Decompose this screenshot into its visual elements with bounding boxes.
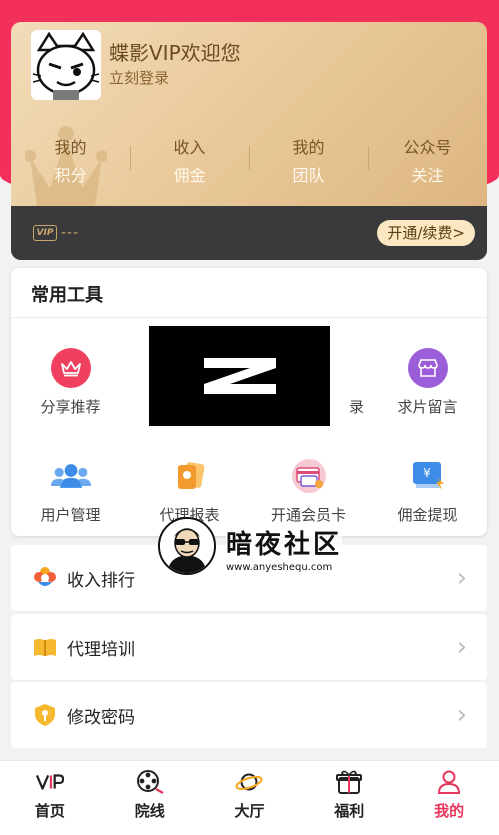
chevron-right-icon: ›: [456, 700, 467, 730]
nav-mine[interactable]: 我的: [399, 761, 499, 835]
nav-welfare[interactable]: 福利: [299, 761, 399, 835]
user-icon: [435, 769, 463, 795]
divider: [11, 317, 487, 318]
stat-official-account[interactable]: 公众号 关注: [368, 134, 487, 186]
tool-label: 佣金提现: [397, 506, 458, 524]
film-reel-icon: [136, 769, 164, 795]
vip-status-bar: VIP --- 开通/续费>: [11, 206, 487, 260]
tool-withdraw-commission[interactable]: ¥ 佣金提现: [368, 456, 487, 525]
chevron-right-icon: ›: [456, 632, 467, 662]
bottom-nav: 首页 院线 大厅 福利 我的: [0, 760, 499, 835]
stat-label: 公众号: [403, 138, 452, 157]
nav-label: 福利: [334, 802, 365, 820]
tool-label: 求片留言: [397, 398, 458, 416]
nav-cinema[interactable]: 院线: [100, 761, 200, 835]
watermark-title: 暗夜社区: [226, 524, 343, 561]
stat-points[interactable]: 我的 积分: [11, 134, 130, 186]
vip-icon: [35, 769, 64, 795]
stat-sublabel: 关注: [411, 166, 444, 185]
nav-home[interactable]: 首页: [0, 761, 100, 835]
store-icon: [407, 348, 448, 388]
tool-label: 用户管理: [40, 506, 101, 524]
login-link[interactable]: 立刻登录: [109, 67, 169, 88]
stat-sublabel: 团队: [292, 166, 325, 185]
renew-button[interactable]: 开通/续费>: [377, 220, 475, 246]
stat-sublabel: 积分: [54, 166, 87, 185]
tool-label: 分享推荐: [40, 398, 101, 416]
list-label: 代理培训: [67, 639, 135, 660]
welcome-text: 蝶影VIP欢迎您: [109, 41, 241, 65]
stat-label: 我的: [54, 138, 87, 157]
vip-status-text: ---: [61, 225, 80, 241]
tools-title: 常用工具: [31, 285, 103, 306]
stat-team[interactable]: 我的 团队: [249, 134, 368, 186]
users-icon: [50, 456, 91, 496]
list-label: 修改密码: [67, 707, 135, 728]
tool-share-recommend[interactable]: 分享推荐: [11, 348, 130, 417]
tool-request-movie[interactable]: 求片留言: [368, 348, 487, 417]
stats-row: 我的 积分 收入 佣金 我的 团队 公众号 关注: [11, 134, 487, 194]
chevron-right-icon: ›: [456, 563, 467, 593]
stat-sublabel: 佣金: [173, 166, 206, 185]
overlay-black-box: [149, 326, 330, 426]
withdraw-icon: ¥: [408, 456, 448, 496]
nav-label: 大厅: [234, 802, 265, 820]
book-icon: [34, 639, 56, 656]
card-icon: [289, 456, 329, 496]
stat-commission[interactable]: 收入 佣金: [130, 134, 249, 186]
overlay-z-glyph-icon: [203, 358, 276, 394]
nav-label: 院线: [134, 802, 165, 820]
avatar[interactable]: [31, 30, 101, 100]
nav-label: 首页: [34, 802, 65, 820]
planet-icon: [235, 769, 264, 795]
watermark-logo: [158, 517, 216, 575]
stat-label: 收入: [173, 138, 206, 157]
tool-user-management[interactable]: 用户管理: [11, 456, 130, 525]
nav-hall[interactable]: 大厅: [200, 761, 300, 835]
watermark-url: www.anyeshequ.com: [226, 562, 333, 573]
list-item-change-password[interactable]: 修改密码 ›: [11, 682, 487, 748]
shield-icon: [35, 704, 55, 726]
tool-label: 开通会员卡: [270, 506, 346, 524]
gift-icon: [335, 769, 363, 795]
stat-label: 我的: [292, 138, 325, 157]
svg-text:¥: ¥: [423, 466, 431, 480]
crown-icon: [50, 348, 91, 388]
report-icon: [170, 456, 210, 496]
vip-badge-icon: VIP: [33, 225, 57, 241]
list-label: 收入排行: [67, 570, 135, 591]
vip-card: 蝶影VIP欢迎您 立刻登录 我的 积分 收入 佣金 我的 团队 公众号 关注 V…: [11, 22, 487, 260]
flower-icon: [34, 567, 56, 586]
tool-open-membership-card[interactable]: 开通会员卡: [249, 456, 368, 525]
nav-label: 我的: [434, 802, 465, 820]
list-item-agent-training[interactable]: 代理培训 ›: [11, 614, 487, 680]
tool-agent-report[interactable]: 代理报表: [130, 456, 249, 525]
